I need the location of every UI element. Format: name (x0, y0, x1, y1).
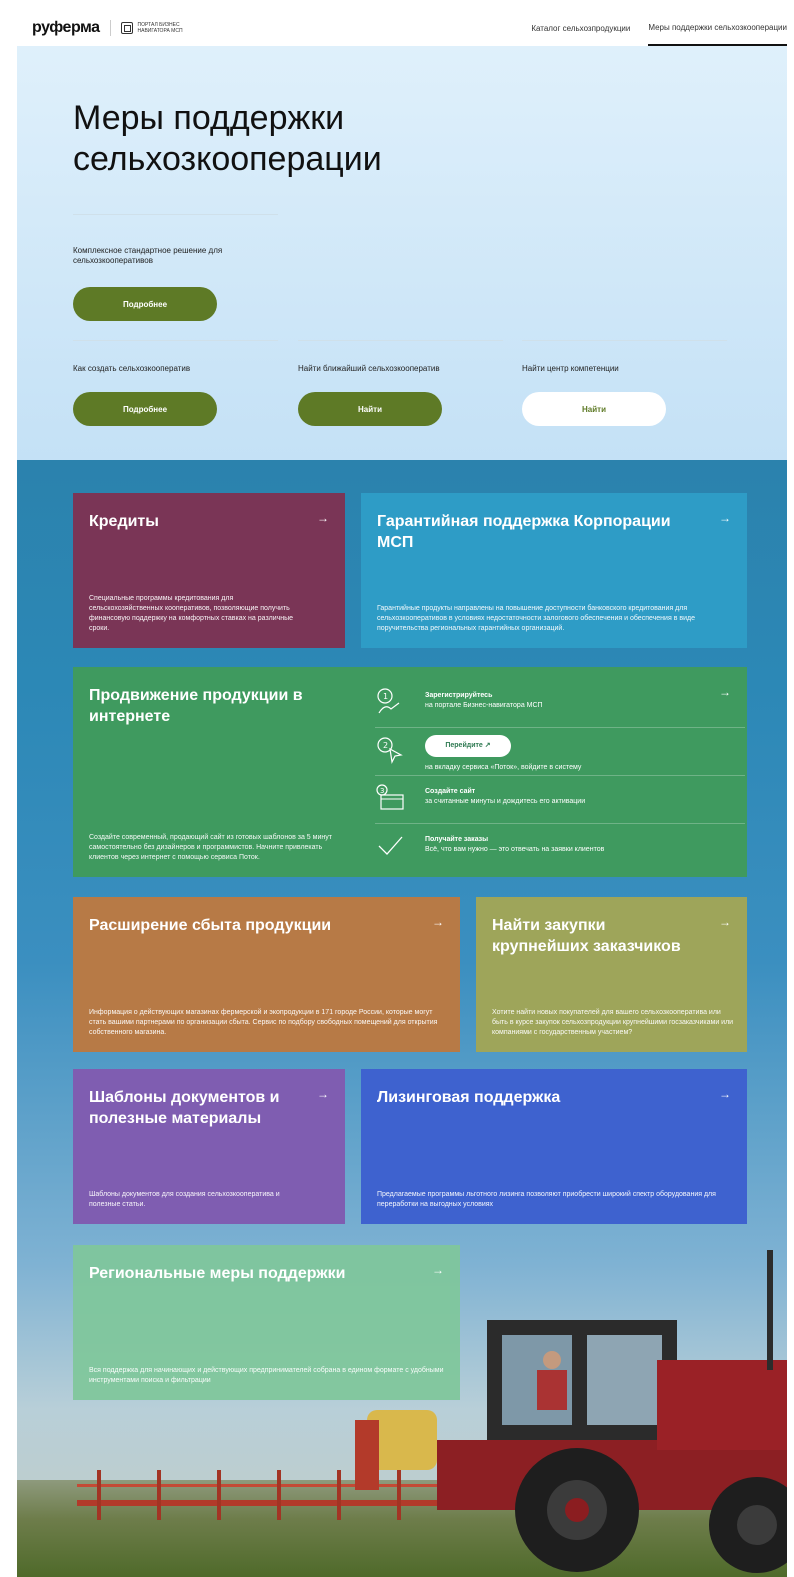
arrow-right-icon: → (432, 915, 444, 929)
hero-section: Меры поддержки сельхозкооперации Комплек… (17, 46, 787, 460)
credits-title: Кредиты (89, 513, 159, 530)
card-promotion[interactable]: Продвижение продукции в интернете → Созд… (73, 667, 747, 877)
divider-2 (298, 340, 503, 341)
find-coop-button[interactable]: Найти (298, 392, 442, 426)
step-create-site-sub: за считанные минуты и дождитесь его акти… (425, 798, 586, 805)
more-button[interactable]: Подробнее (73, 287, 217, 321)
purchases-text: Хотите найти новых покупателей для вашег… (492, 1009, 734, 1036)
portal-logo[interactable]: ПОРТАЛ БИЗНЕС НАВИГАТОРА МСП (120, 22, 183, 34)
cursor-icon: 2 (377, 737, 403, 764)
rufarma-logo[interactable]: руферма (32, 19, 100, 37)
title-line2: сельхозкооперации (73, 140, 382, 178)
title-line1: Меры поддержки (73, 99, 345, 137)
card-regional[interactable]: Региональные меры поддержки → Вся поддер… (73, 1245, 460, 1400)
arrow-right-icon: → (317, 511, 329, 525)
support-measures-section: Кредиты → Специальные программы кредитов… (17, 460, 787, 1577)
divider (109, 20, 111, 36)
card-templates[interactable]: Шаблоны документов и полезные материалы … (73, 1069, 345, 1224)
go-button[interactable]: Перейдите ↗ (425, 735, 511, 757)
promotion-steps: 1 Зарегистрируйтесь на портале Бизнес-на… (375, 687, 747, 867)
portal-text: ПОРТАЛ БИЗНЕС НАВИГАТОРА МСП (138, 22, 183, 34)
step-go-sub: на вкладку сервиса «Поток», войдите в си… (425, 764, 582, 771)
sales-title: Расширение сбыта продукции (89, 917, 332, 934)
leasing-title: Лизинговая поддержка (377, 1089, 561, 1106)
step-register-title: Зарегистрируйтесь (425, 692, 493, 699)
portal-line2: НАВИГАТОРА МСП (137, 28, 183, 34)
page-frame: руферма ПОРТАЛ БИЗНЕС НАВИГАТОРА МСП Кат… (17, 10, 787, 1577)
guarantee-text: Гарантийные продукты направлены на повыш… (377, 605, 695, 632)
main-nav: Каталог сельхозпродукции Меры поддержки … (531, 10, 787, 46)
website-icon: 3 (376, 784, 404, 810)
regional-text: Вся поддержка для начинающих и действующ… (89, 1367, 444, 1384)
step-divider (375, 775, 745, 776)
create-coop-button[interactable]: Подробнее (73, 392, 217, 426)
arrow-right-icon: → (719, 915, 731, 929)
find-center-button[interactable]: Найти (522, 392, 666, 426)
nav-catalog[interactable]: Каталог сельхозпродукции (531, 10, 630, 46)
divider-3 (522, 340, 727, 341)
templates-text: Шаблоны документов для создания сельхозк… (89, 1191, 280, 1208)
create-coop-label: Как создать сельхозкооператив (73, 364, 191, 373)
step-divider (375, 727, 745, 728)
signup-icon: 1 (377, 688, 400, 714)
find-coop-label: Найти ближайший сельхозкооператив (298, 364, 440, 373)
page-title: Меры поддержки сельхозкооперации (73, 98, 493, 180)
top-bar: руферма ПОРТАЛ БИЗНЕС НАВИГАТОРА МСП Кат… (17, 10, 787, 46)
card-leasing[interactable]: Лизинговая поддержка → Предлагаемые прог… (361, 1069, 747, 1224)
templates-title: Шаблоны документов и полезные материалы (89, 1089, 280, 1127)
portal-icon (120, 22, 133, 34)
nav-support-measures[interactable]: Меры поддержки сельхозкооперации (648, 10, 787, 46)
svg-text:2: 2 (383, 741, 388, 750)
hero-divider (73, 214, 278, 215)
credits-text: Специальные программы кредитования для с… (89, 595, 294, 632)
regional-title: Региональные меры поддержки (89, 1265, 346, 1282)
card-credits[interactable]: Кредиты → Специальные программы кредитов… (73, 493, 345, 648)
step-orders-sub: Всё, что вам нужно — это отвечать на зая… (425, 846, 605, 853)
find-center-label: Найти центр компетенции (522, 364, 619, 373)
step-orders-title: Получайте заказы (425, 836, 489, 843)
card-purchases[interactable]: Найти закупки крупнейших заказчиков → Хо… (476, 897, 747, 1052)
promotion-text: Создайте современный, продающий сайт из … (89, 834, 332, 861)
arrow-right-icon: → (432, 1263, 444, 1277)
arrow-right-icon: → (719, 511, 731, 525)
purchases-title: Найти закупки крупнейших заказчиков (492, 917, 681, 955)
hero-description: Комплексное стандартное решение для сель… (73, 246, 223, 265)
promotion-title: Продвижение продукции в интернете (89, 687, 303, 725)
svg-text:3: 3 (380, 787, 384, 795)
guarantee-title: Гарантийная поддержка Корпорации МСП (377, 513, 671, 551)
card-guarantee[interactable]: Гарантийная поддержка Корпорации МСП → Г… (361, 493, 747, 648)
arrow-right-icon: → (719, 1087, 731, 1101)
checkmark-icon (378, 836, 403, 855)
step-divider (375, 823, 745, 824)
divider-1 (73, 340, 278, 341)
arrow-right-icon: → (317, 1087, 329, 1101)
step-register-sub: на портале Бизнес-навигатора МСП (425, 702, 543, 709)
card-sales[interactable]: Расширение сбыта продукции → Информация … (73, 897, 460, 1052)
step-create-site-title: Создайте сайт (425, 788, 476, 795)
svg-text:1: 1 (383, 692, 388, 701)
sales-text: Информация о действующих магазинах ферме… (89, 1009, 438, 1036)
leasing-text: Предлагаемые программы льготного лизинга… (377, 1191, 716, 1208)
